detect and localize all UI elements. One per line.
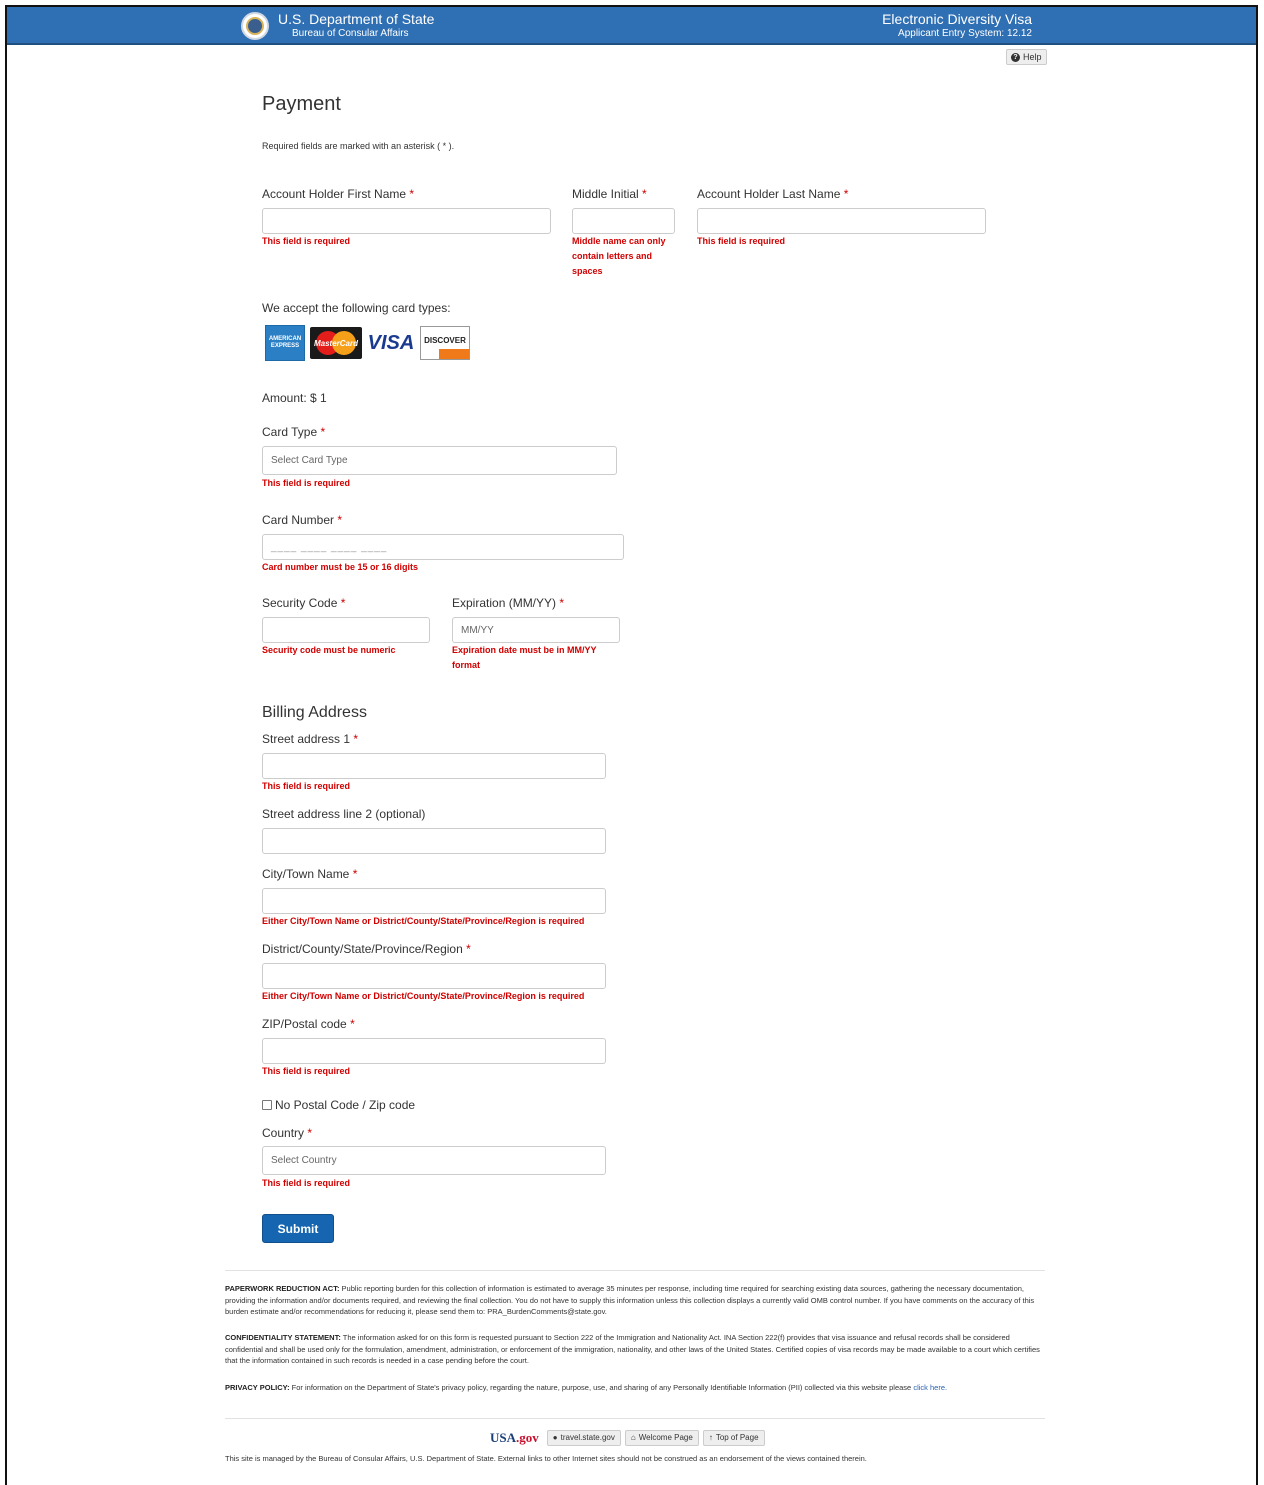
page-title: Payment bbox=[262, 93, 341, 115]
district-label: District/County/State/Province/Region * bbox=[262, 942, 471, 956]
city-input[interactable] bbox=[262, 888, 606, 914]
privacy-click-here-link[interactable]: click here. bbox=[913, 1383, 947, 1392]
expiration-label: Expiration (MM/YY) * bbox=[452, 596, 565, 610]
home-icon: ⌂ bbox=[630, 1433, 636, 1442]
city-label: City/Town Name * bbox=[262, 867, 358, 881]
question-circle-icon: ? bbox=[1011, 52, 1020, 62]
street1-input[interactable] bbox=[262, 753, 606, 779]
city-error: Either City/Town Name or District/County… bbox=[262, 916, 585, 926]
help-label: Help bbox=[1023, 52, 1042, 62]
divider bbox=[225, 1270, 1045, 1271]
country-error: This field is required bbox=[262, 1178, 351, 1188]
security-code-label: Security Code * bbox=[262, 596, 346, 610]
department-name: U.S. Department of State bbox=[278, 11, 435, 27]
no-postal-code-checkbox[interactable]: No Postal Code / Zip code bbox=[262, 1098, 415, 1112]
middle-initial-input[interactable] bbox=[572, 208, 675, 234]
globe-icon: ● bbox=[552, 1433, 558, 1442]
page-frame: U.S. Department of State Bureau of Consu… bbox=[5, 5, 1258, 1485]
first-name-error: This field is required bbox=[262, 236, 351, 246]
mastercard-logo-icon: MasterCard bbox=[310, 327, 362, 359]
first-name-label: Account Holder First Name * bbox=[262, 187, 415, 201]
card-number-label: Card Number * bbox=[262, 513, 343, 527]
card-type-label: Card Type * bbox=[262, 425, 326, 439]
divider bbox=[225, 1418, 1045, 1419]
footer-links: USA.gov ● travel.state.gov ⌂ Welcome Page … bbox=[490, 1430, 765, 1446]
zip-input[interactable] bbox=[262, 1038, 606, 1064]
district-error: Either City/Town Name or District/County… bbox=[262, 991, 585, 1001]
last-name-label: Account Holder Last Name * bbox=[697, 187, 849, 201]
street2-label: Street address line 2 (optional) bbox=[262, 807, 426, 821]
security-code-error: Security code must be numeric bbox=[262, 645, 396, 655]
submit-button[interactable]: Submit bbox=[262, 1214, 334, 1243]
footer-note: This site is managed by the Bureau of Co… bbox=[225, 1454, 867, 1463]
expiration-input[interactable]: MM/YY bbox=[452, 617, 620, 643]
district-input[interactable] bbox=[262, 963, 606, 989]
system-name: Electronic Diversity Visa bbox=[882, 11, 1032, 27]
last-name-error: This field is required bbox=[697, 236, 786, 246]
card-type-select[interactable]: Select Card Type bbox=[262, 446, 617, 475]
system-version: Applicant Entry System: 12.12 bbox=[898, 28, 1032, 39]
help-button[interactable]: ? Help bbox=[1006, 49, 1047, 65]
billing-address-title: Billing Address bbox=[262, 704, 367, 721]
card-logos: AMERICAN EXPRESS MasterCard VISA DISCOVE… bbox=[265, 325, 470, 361]
state-department-seal-icon bbox=[241, 12, 269, 40]
middle-initial-label: Middle Initial * bbox=[572, 187, 647, 201]
expiration-error: Expiration date must be in MM/YY format bbox=[452, 645, 597, 670]
no-postal-code-label: No Postal Code / Zip code bbox=[275, 1098, 416, 1112]
card-number-error: Card number must be 15 or 16 digits bbox=[262, 562, 419, 572]
country-label: Country * bbox=[262, 1126, 313, 1140]
arrow-up-icon: ↑ bbox=[708, 1433, 713, 1442]
amount-text: Amount: $ 1 bbox=[262, 391, 327, 405]
usagov-logo-link[interactable]: USA.gov bbox=[490, 1430, 539, 1446]
street1-label: Street address 1 * bbox=[262, 732, 359, 746]
paperwork-reduction-act: PAPERWORK REDUCTION ACT: Public reportin… bbox=[225, 1284, 1035, 1316]
header-bar: U.S. Department of State Bureau of Consu… bbox=[7, 7, 1256, 45]
first-name-input[interactable] bbox=[262, 208, 551, 234]
middle-initial-error: Middle name can only contain letters and… bbox=[572, 236, 666, 276]
zip-error: This field is required bbox=[262, 1066, 351, 1076]
street2-input[interactable] bbox=[262, 828, 606, 854]
privacy-policy: PRIVACY POLICY: For information on the D… bbox=[225, 1383, 948, 1392]
visa-logo-icon: VISA bbox=[367, 331, 415, 354]
discover-logo-icon: DISCOVER bbox=[420, 326, 470, 360]
country-select[interactable]: Select Country bbox=[262, 1146, 606, 1175]
security-code-input[interactable] bbox=[262, 617, 430, 643]
card-types-label: We accept the following card types: bbox=[262, 301, 451, 315]
zip-label: ZIP/Postal code * bbox=[262, 1017, 355, 1031]
card-number-input[interactable]: ____ ____ ____ ____ bbox=[262, 534, 624, 560]
travel-state-gov-button[interactable]: ● travel.state.gov bbox=[546, 1430, 621, 1446]
required-note: Required fields are marked with an aster… bbox=[262, 141, 455, 151]
amex-logo-icon: AMERICAN EXPRESS bbox=[265, 325, 305, 361]
bureau-name: Bureau of Consular Affairs bbox=[292, 28, 409, 39]
card-type-error: This field is required bbox=[262, 478, 351, 488]
last-name-input[interactable] bbox=[697, 208, 986, 234]
street1-error: This field is required bbox=[262, 781, 351, 791]
top-of-page-button[interactable]: ↑ Top of Page bbox=[702, 1430, 765, 1446]
confidentiality-statement: CONFIDENTIALITY STATEMENT: The informati… bbox=[225, 1333, 1040, 1365]
welcome-page-button[interactable]: ⌂ Welcome Page bbox=[624, 1430, 699, 1446]
checkbox-box[interactable] bbox=[262, 1100, 272, 1110]
